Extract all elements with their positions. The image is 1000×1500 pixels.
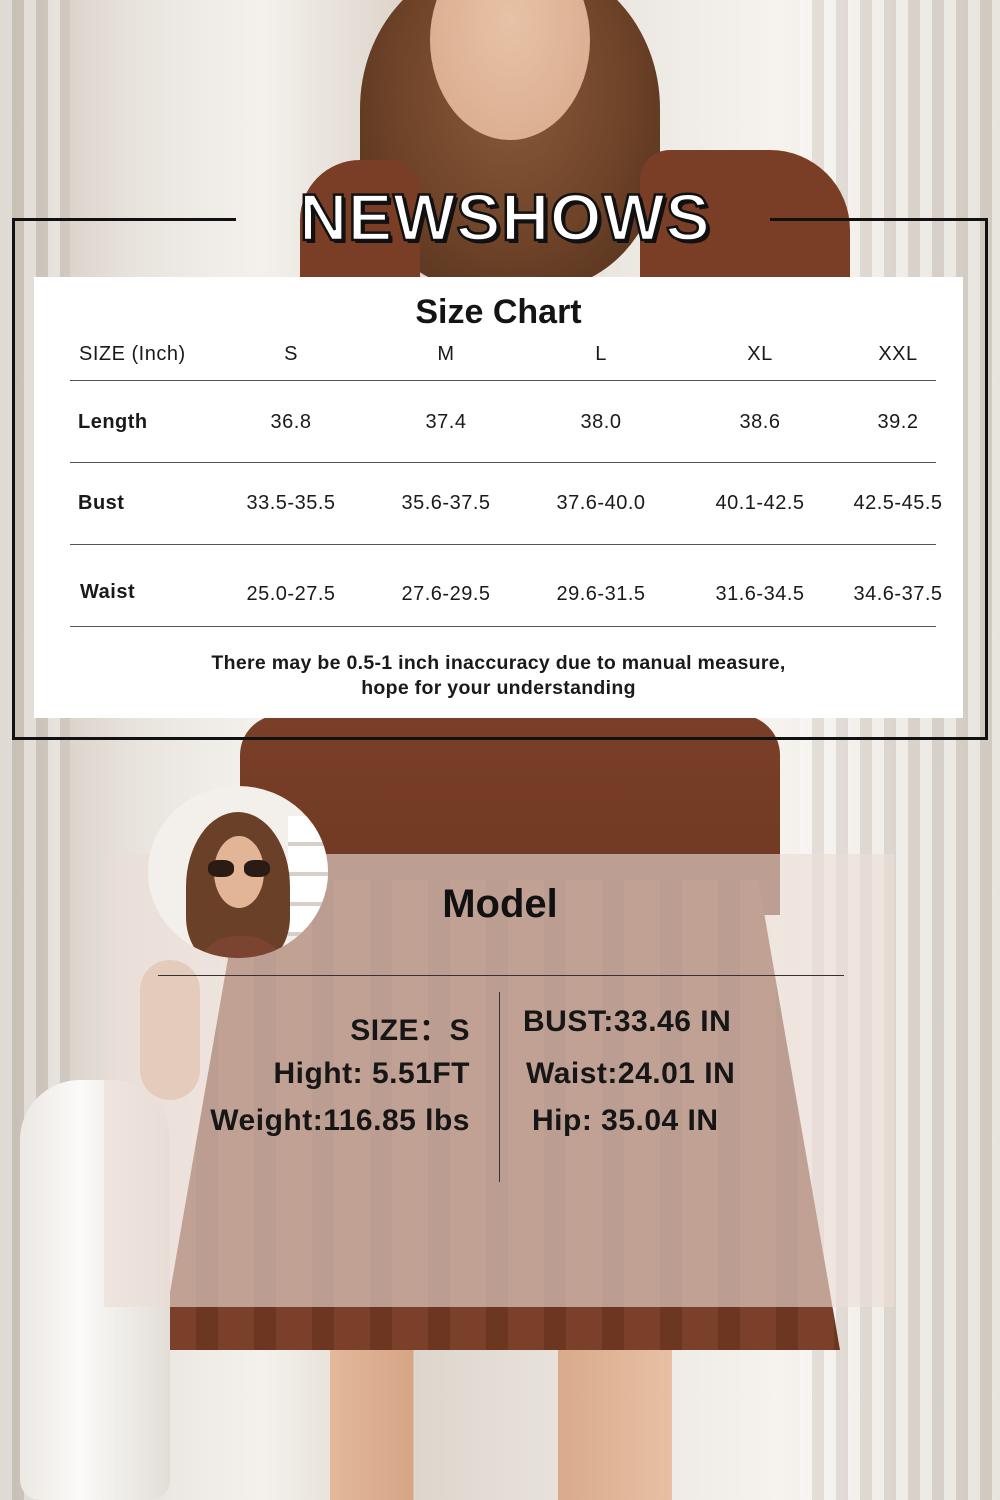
frame-left — [12, 218, 15, 740]
table-cell: 31.6-34.5 — [715, 583, 805, 605]
model-bust: BUST:33.46 IN — [523, 1005, 732, 1038]
model-size: SIZE：S — [350, 1014, 470, 1047]
table-cell: 35.6-37.5 — [401, 492, 491, 514]
table-cell: 37.4 — [425, 411, 467, 433]
table-cell: 25.0-27.5 — [246, 583, 336, 605]
measurement-note-line-1: There may be 0.5-1 inch inaccuracy due t… — [211, 652, 786, 674]
row-label-length: Length — [78, 411, 148, 433]
table-cell: 40.1-42.5 — [715, 492, 805, 514]
avatar-window — [288, 816, 328, 936]
table-rule — [70, 380, 936, 381]
model-divider — [499, 992, 500, 1182]
model-waist: Waist:24.01 IN — [526, 1057, 736, 1090]
table-cell: 34.6-37.5 — [853, 583, 943, 605]
measurement-note-line-2: hope for your understanding — [361, 677, 636, 699]
table-cell: 38.0 — [580, 411, 622, 433]
row-label-waist: Waist — [80, 581, 136, 603]
model-legs — [330, 1350, 710, 1500]
header-size-s: S — [284, 343, 298, 365]
table-cell: 38.6 — [739, 411, 781, 433]
frame-bottom — [12, 737, 988, 740]
brand-logo: NEWSHOWS — [298, 180, 711, 254]
header-size-l: L — [595, 343, 607, 365]
table-cell: 37.6-40.0 — [556, 492, 646, 514]
frame-top-left — [12, 218, 236, 221]
header-size-xl: XL — [747, 343, 773, 365]
table-cell: 29.6-31.5 — [556, 583, 646, 605]
model-rule — [158, 975, 844, 976]
size-chart-title: Size Chart — [415, 293, 582, 331]
model-hip: Hip: 35.04 IN — [532, 1104, 719, 1137]
table-cell: 42.5-45.5 — [853, 492, 943, 514]
header-label: SIZE (Inch) — [79, 343, 186, 365]
model-avatar — [148, 786, 328, 958]
table-cell: 33.5-35.5 — [246, 492, 336, 514]
size-chart-card: Size Chart SIZE (Inch) S M L XL XXL Leng… — [34, 277, 963, 718]
sunglasses-icon — [208, 860, 272, 878]
header-size-xxl: XXL — [878, 343, 918, 365]
table-cell: 27.6-29.5 — [401, 583, 491, 605]
table-rule — [70, 544, 936, 545]
model-title: Model — [442, 882, 558, 926]
model-weight: Weight:116.85 lbs — [210, 1104, 470, 1137]
frame-top-right — [770, 218, 988, 221]
table-rule — [70, 626, 936, 627]
product-size-infographic: NEWSHOWS Size Chart SIZE (Inch) S M L XL… — [0, 0, 1000, 1500]
table-cell: 36.8 — [270, 411, 312, 433]
table-cell: 39.2 — [877, 411, 919, 433]
measurement-note: There may be 0.5-1 inch inaccuracy due t… — [34, 651, 963, 701]
header-size-m: M — [437, 343, 455, 365]
model-height: Hight: 5.51FT — [273, 1057, 470, 1090]
row-label-bust: Bust — [78, 492, 125, 514]
frame-right — [985, 218, 988, 740]
table-rule — [70, 462, 936, 463]
